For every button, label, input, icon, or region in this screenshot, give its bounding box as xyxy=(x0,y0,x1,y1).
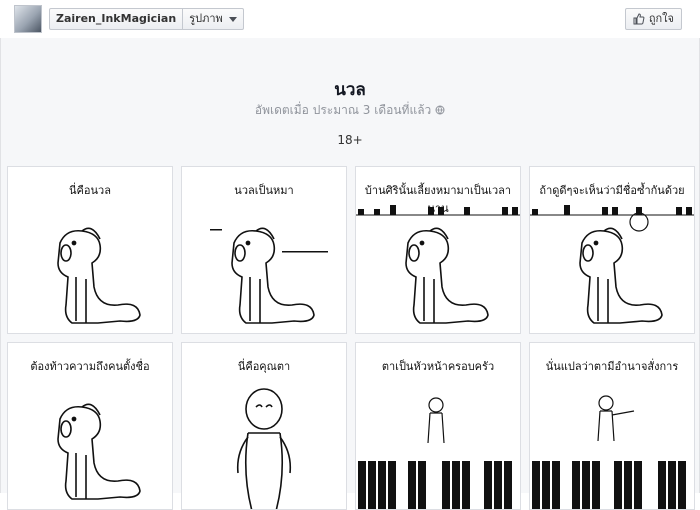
globe-icon xyxy=(435,105,445,115)
breadcrumb: Zairen_InkMagician รูปภาพ xyxy=(49,8,244,30)
dog-drawing xyxy=(210,227,328,324)
photo-panel[interactable]: ต้องท้าวความถึงคนตั้งชื่อ xyxy=(7,342,173,510)
section-dropdown[interactable]: รูปภาพ xyxy=(182,9,243,29)
photo-panel[interactable]: นี่คือคุณตา xyxy=(181,342,347,510)
age-rating: 18+ xyxy=(337,133,363,147)
like-label: ถูกใจ xyxy=(648,12,674,25)
user-avatar[interactable] xyxy=(14,5,42,33)
chevron-down-icon xyxy=(228,16,237,22)
photo-panel[interactable]: นี่คือนวล xyxy=(7,166,173,334)
photo-panel[interactable]: นวลเป็นหมา xyxy=(181,166,347,334)
user-name-link[interactable]: Zairen_InkMagician xyxy=(50,9,182,29)
dog-drawing xyxy=(356,205,520,324)
album-updated: อัพเดตเมื่อ ประมาณ 3 เดือนที่แล้ว xyxy=(0,101,700,120)
top-bar: Zairen_InkMagician รูปภาพ ถูกใจ xyxy=(0,0,700,39)
family-drawing xyxy=(358,397,512,509)
photo-panel[interactable]: ถ้าดูดีๆจะเห็นว่ามีชื่อซ้ำกันด้วย xyxy=(529,166,695,334)
thumbs-up-icon xyxy=(633,13,645,25)
photo-panel[interactable]: บ้านศิรินั้นเลี้ยงหมามาเป็นเวลานาน xyxy=(355,166,521,334)
album-title: นวล xyxy=(334,80,366,100)
dog-drawing xyxy=(57,227,141,324)
section-label: รูปภาพ xyxy=(189,12,223,25)
photo-grid: นี่คือนวล นวลเป็นหมา บ้านศิรินั้นเลี้ยงห… xyxy=(7,166,697,510)
person-drawing xyxy=(236,388,292,509)
family-drawing xyxy=(532,395,686,509)
dog-drawing xyxy=(57,403,141,500)
photo-panel[interactable]: นั่นแปลว่าตามีอำนาจสั่งการ xyxy=(529,342,695,510)
photo-panel[interactable]: ตาเป็นหัวหน้าครอบครัว xyxy=(355,342,521,510)
updated-text: อัพเดตเมื่อ ประมาณ 3 เดือนที่แล้ว xyxy=(254,103,432,117)
like-button[interactable]: ถูกใจ xyxy=(624,8,682,30)
dog-drawing xyxy=(530,205,694,324)
